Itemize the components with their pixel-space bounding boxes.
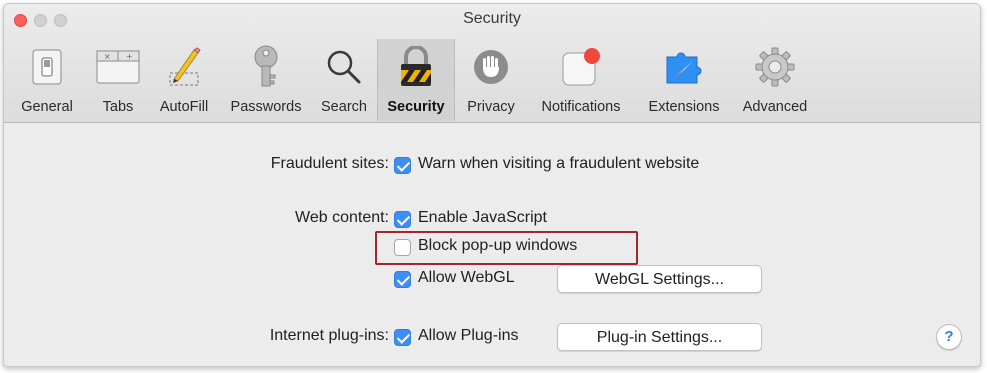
svg-text:+: + [126,52,133,61]
lock-icon [394,45,438,89]
allow-plugins-checkbox[interactable] [394,329,411,346]
tab-autofill[interactable]: AutoFill [150,39,218,121]
webgl-settings-button[interactable]: WebGL Settings... [557,265,762,293]
notification-badge-icon [559,45,603,89]
hand-icon [469,45,513,89]
allow-webgl-text: Allow WebGL [418,269,515,286]
gear-icon [753,45,797,89]
tab-label: Notifications [541,99,621,115]
tab-label: Passwords [230,99,302,115]
tab-label: Advanced [742,99,808,115]
puzzle-icon [662,45,706,89]
enable-javascript-checkbox[interactable] [394,211,411,228]
fraudulent-sites-label: Fraudulent sites: [270,155,389,172]
tab-general[interactable]: General [10,39,84,121]
tab-label: Security [387,99,445,115]
annotation-highlight-box [375,231,638,265]
web-content-label: Web content: [295,209,389,226]
tab-label: Extensions [648,99,720,115]
tabs-icon: × + [96,45,140,89]
enable-javascript-text: Enable JavaScript [418,209,547,226]
allow-plugins-text: Allow Plug-ins [418,327,519,344]
help-button[interactable]: ? [936,324,962,350]
tab-passwords[interactable]: Passwords [222,39,310,121]
tab-tabs[interactable]: × + Tabs [90,39,146,121]
internet-plugins-label: Internet plug-ins: [269,327,389,344]
key-icon [244,45,288,89]
switch-icon [25,45,69,89]
allow-webgl-checkbox[interactable] [394,271,411,288]
pencil-icon [162,45,206,89]
window-title: Security [463,10,521,27]
tab-label: AutoFill [159,99,209,115]
tab-notifications[interactable]: Notifications [528,39,634,121]
fraudulent-warning-checkbox[interactable] [394,157,411,174]
tab-label: Search [321,99,367,115]
svg-text:×: × [104,52,111,61]
tab-label: General [21,99,73,115]
preferences-toolbar: Security General × + Tabs AutoFill Passw… [4,4,980,123]
tab-extensions[interactable]: Extensions [638,39,730,121]
tab-privacy[interactable]: Privacy [459,39,523,121]
tab-search[interactable]: Search [314,39,374,121]
plugin-settings-button[interactable]: Plug-in Settings... [557,323,762,351]
magnifier-icon [322,45,366,89]
tab-security[interactable]: Security [377,39,455,121]
tab-advanced[interactable]: Advanced [734,39,816,121]
tab-label: Tabs [102,99,134,115]
fraudulent-warning-text: Warn when visiting a fraudulent website [418,155,700,172]
tab-label: Privacy [467,99,515,115]
preferences-window: Security General × + Tabs AutoFill Passw… [3,3,981,367]
